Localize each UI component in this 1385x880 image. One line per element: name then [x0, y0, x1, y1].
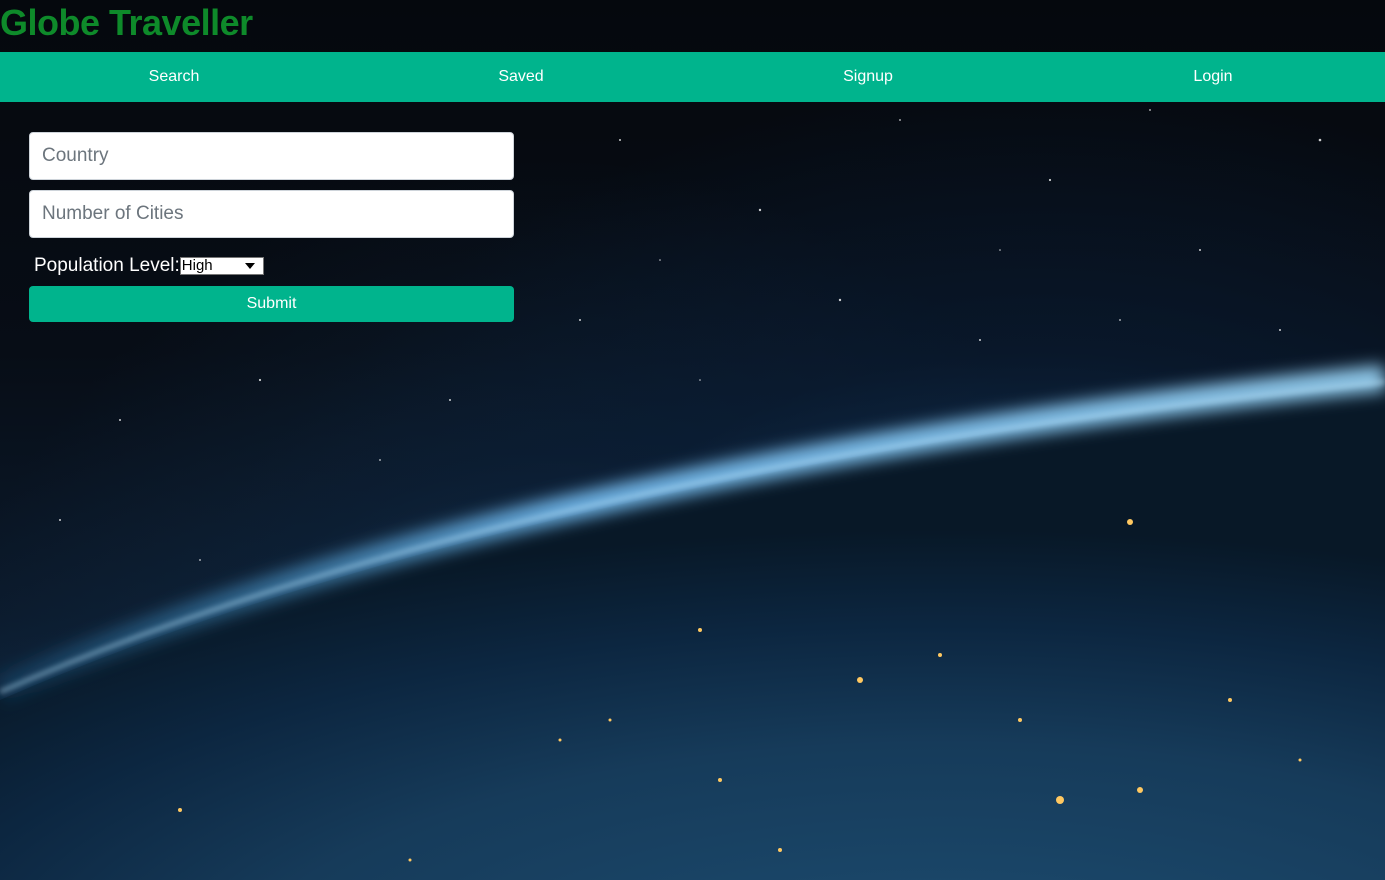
submit-button[interactable]: Submit: [29, 286, 514, 322]
nav-link-login[interactable]: Login: [1193, 52, 1232, 102]
country-input[interactable]: [29, 132, 514, 180]
number-of-cities-input[interactable]: [29, 190, 514, 238]
page-header: Globe Traveller: [0, 0, 1385, 52]
population-level-label: Population Level:: [34, 255, 180, 276]
chevron-down-icon: [244, 263, 255, 269]
nav-link-saved[interactable]: Saved: [498, 52, 543, 102]
main-navbar: Search Saved Signup Login: [0, 52, 1385, 102]
population-level-select[interactable]: High: [179, 257, 264, 275]
population-level-selected-value: High: [181, 257, 213, 274]
nav-link-signup[interactable]: Signup: [843, 52, 893, 102]
population-level-row: Population Level: High: [29, 250, 514, 282]
app-title: Globe Traveller: [0, 2, 253, 43]
search-form: Population Level: High Submit: [29, 132, 514, 322]
nav-link-search[interactable]: Search: [149, 52, 200, 102]
